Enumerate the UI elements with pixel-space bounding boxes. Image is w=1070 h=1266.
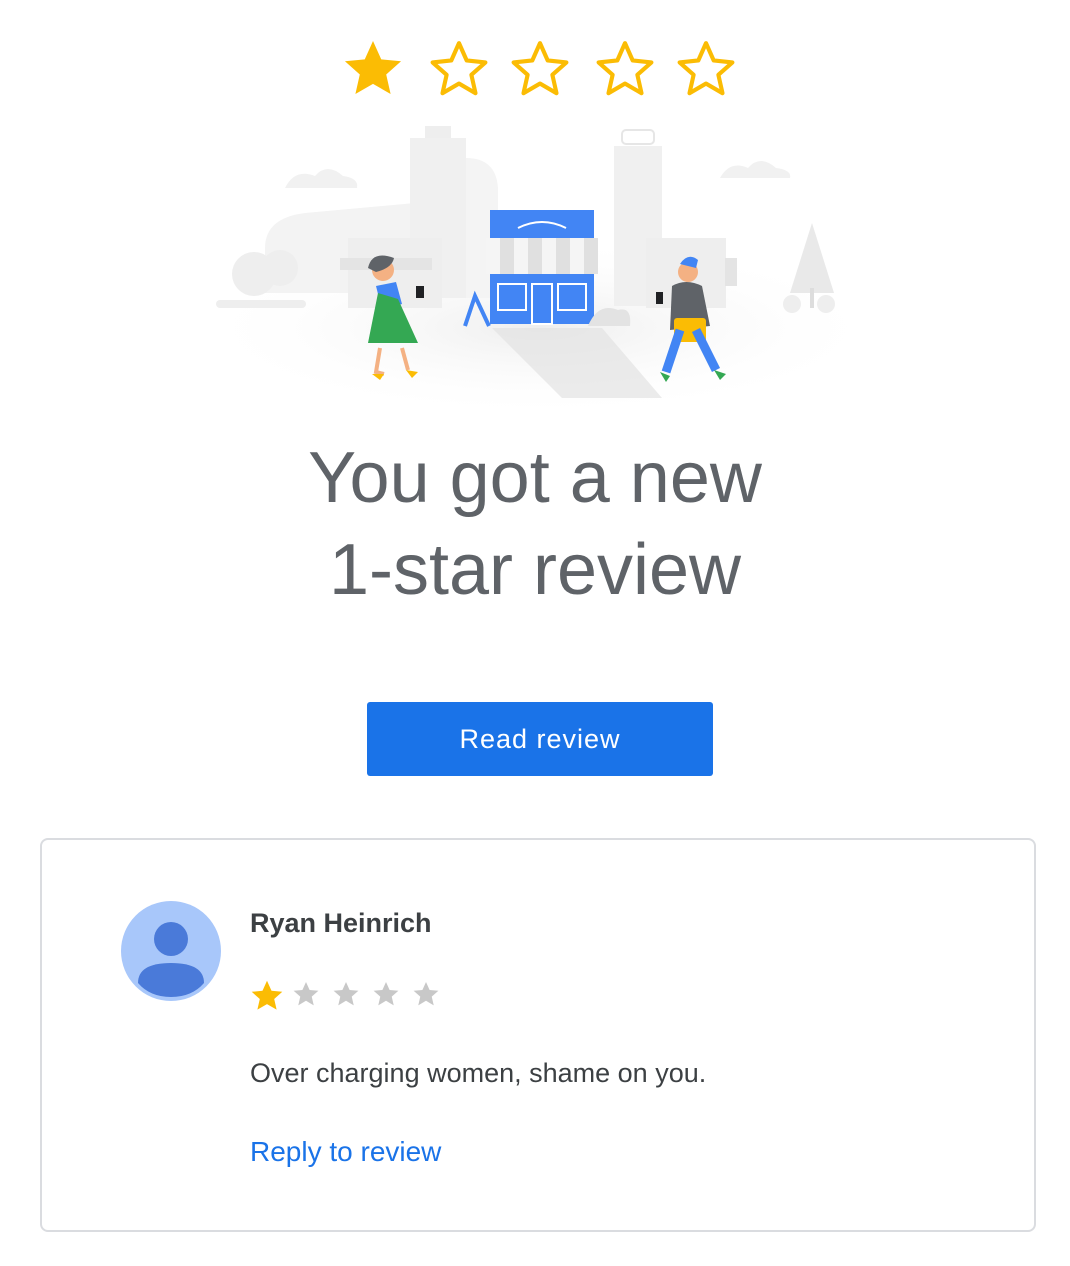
person-avatar-icon xyxy=(121,901,221,1001)
star-filled-icon xyxy=(251,980,283,1010)
star-outline-icon xyxy=(677,41,735,96)
star-outline-icon xyxy=(596,41,654,96)
star-empty-icon xyxy=(293,982,319,1006)
storefront-illustration xyxy=(190,126,890,418)
star-empty-icon xyxy=(413,982,439,1006)
headline: You got a new 1-star review xyxy=(0,432,1070,616)
reply-to-review-link[interactable]: Reply to review xyxy=(250,1136,441,1168)
star-filled-icon xyxy=(344,40,402,95)
headline-line-1: You got a new xyxy=(308,438,762,518)
read-review-button[interactable]: Read review xyxy=(367,702,713,776)
headline-line-2: 1-star review xyxy=(328,530,742,610)
star-outline-icon xyxy=(430,41,488,96)
review-text: Over charging women, shame on you. xyxy=(250,1058,707,1088)
reviewer-name: Ryan Heinrich xyxy=(250,908,432,938)
review-card: Ryan Heinrich Over charging women, shame… xyxy=(40,838,1036,1232)
star-empty-icon xyxy=(373,982,399,1006)
top-star-rating xyxy=(0,36,1070,108)
star-outline-icon xyxy=(511,41,569,96)
star-empty-icon xyxy=(333,982,359,1006)
